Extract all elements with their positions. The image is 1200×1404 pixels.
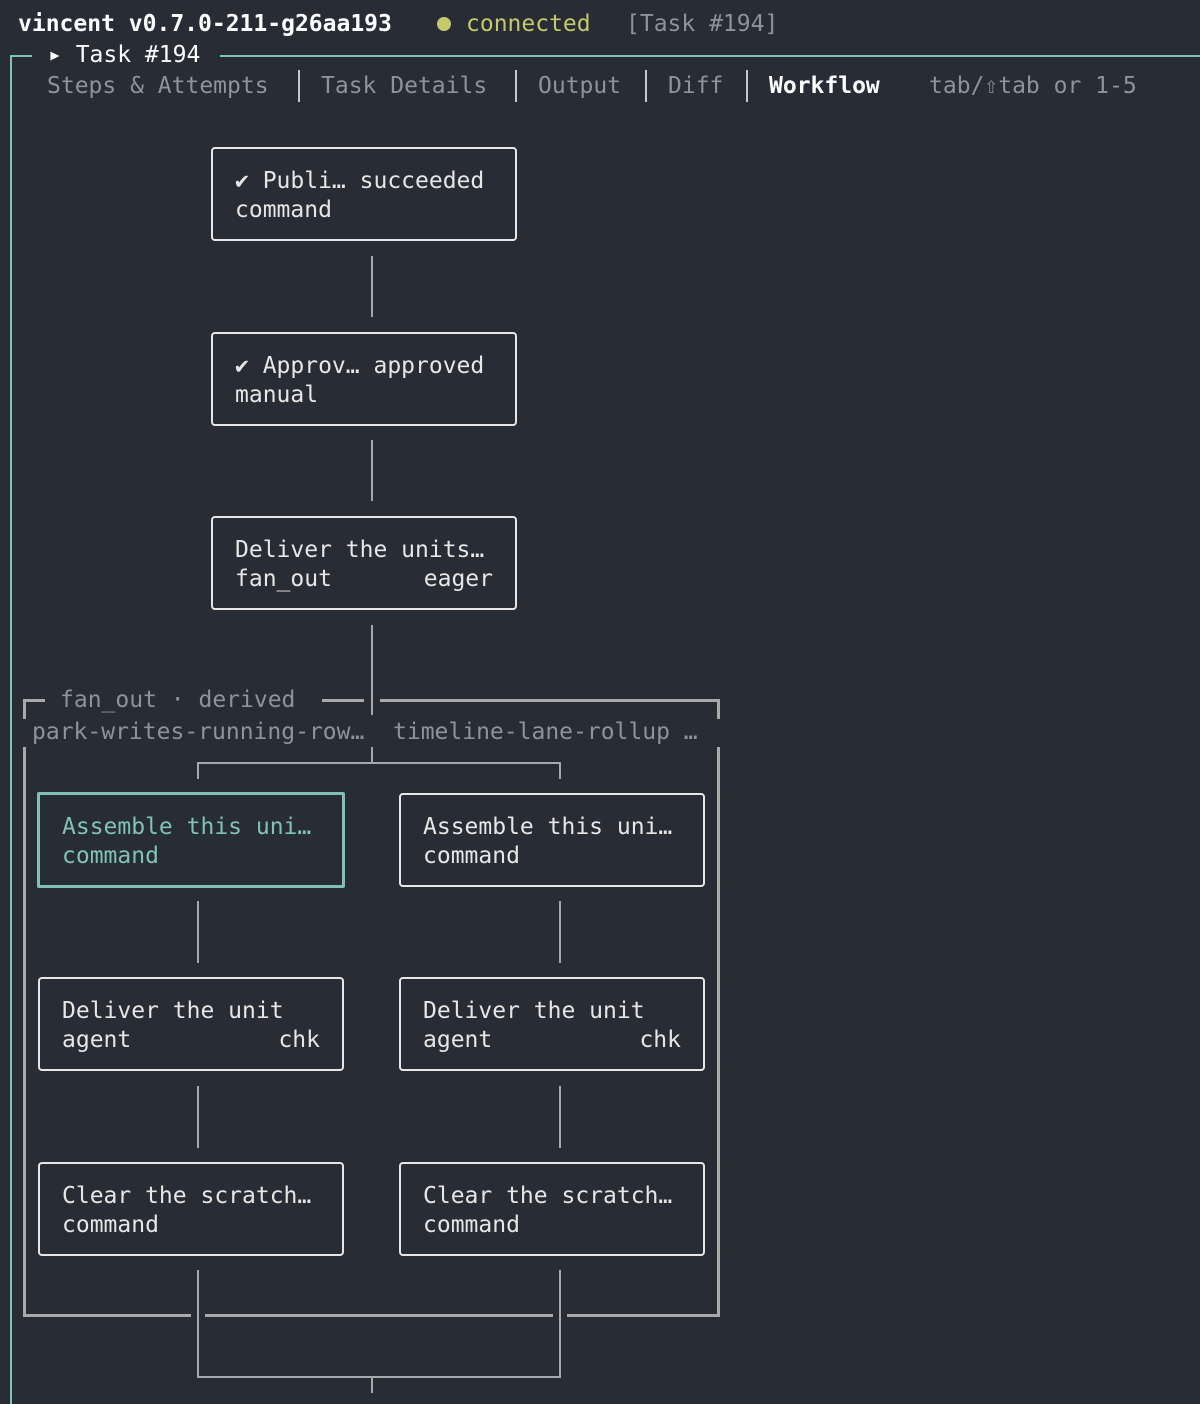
edge-connector	[371, 1376, 373, 1393]
panel-title[interactable]: ▸ Task #194	[48, 44, 200, 67]
group-border-bottom	[205, 1314, 553, 1317]
node-tag: chk	[639, 1027, 681, 1053]
node-title: ✔ Publi… succeeded	[235, 168, 485, 194]
edge-connector	[559, 762, 561, 779]
panel-border-top	[10, 55, 32, 57]
workflow-node-clear-scratch[interactable]: Clear the scratch… command	[399, 1162, 705, 1256]
connection-status-dot-icon	[437, 17, 451, 31]
group-border-right	[717, 699, 720, 719]
edge-connector	[371, 625, 373, 715]
edge-connector	[197, 1270, 199, 1378]
group-border-bottom	[23, 1314, 191, 1317]
tab-navigation-hint: tab/⇧tab or 1-5	[929, 73, 1137, 99]
node-title: Assemble this uni…	[62, 814, 312, 840]
node-kind: manual	[235, 382, 319, 408]
node-kind: agent	[423, 1027, 493, 1053]
tab-separator	[298, 70, 300, 102]
tab-workflow[interactable]: Workflow	[769, 75, 880, 98]
node-kind: command	[62, 843, 159, 869]
node-title: Assemble this uni…	[423, 814, 673, 840]
node-kind: fan_out	[235, 566, 332, 592]
tab-task-details[interactable]: Task Details	[321, 75, 487, 98]
edge-connector	[197, 1376, 561, 1378]
edge-connector	[559, 901, 561, 963]
task-reference: [Task #194]	[626, 11, 779, 37]
node-kind: command	[62, 1212, 159, 1238]
panel-border-left	[10, 55, 12, 1404]
workflow-node-deliver-unit[interactable]: Deliver the unit agent chk	[399, 977, 705, 1071]
group-border-bottom	[567, 1314, 720, 1317]
tab-separator	[515, 70, 517, 102]
edge-connector	[197, 1086, 199, 1148]
workflow-node-assemble[interactable]: Assemble this uni… command	[37, 792, 345, 888]
edge-connector	[197, 762, 199, 779]
group-border-left	[23, 699, 26, 719]
app-version-title: vincent v0.7.0-211-g26aa193	[18, 11, 392, 37]
node-kind: command	[423, 1212, 520, 1238]
workflow-node-deliver-unit[interactable]: Deliver the unit agent chk	[38, 977, 344, 1071]
edge-connector	[559, 1086, 561, 1148]
workflow-node-clear-scratch[interactable]: Clear the scratch… command	[38, 1162, 344, 1256]
node-title: Clear the scratch…	[423, 1183, 673, 1209]
tab-steps-attempts[interactable]: Steps & Attempts	[47, 75, 269, 98]
group-border-top	[380, 699, 720, 702]
tab-diff[interactable]: Diff	[668, 75, 723, 98]
edge-connector	[197, 762, 561, 764]
workflow-node-publish[interactable]: ✔ Publi… succeeded command	[211, 147, 517, 241]
node-kind: agent	[62, 1027, 132, 1053]
group-border-top	[23, 699, 45, 702]
tab-separator	[645, 70, 647, 102]
tab-separator	[746, 70, 748, 102]
node-title: Deliver the unit	[62, 998, 284, 1024]
node-kind: command	[423, 843, 520, 869]
workflow-node-assemble[interactable]: Assemble this uni… command	[399, 793, 705, 887]
node-title: Clear the scratch…	[62, 1183, 312, 1209]
node-kind: command	[235, 197, 332, 223]
node-mode: eager	[423, 566, 493, 592]
panel-border-top	[220, 55, 1200, 57]
workflow-node-fan-out[interactable]: Deliver the units… fan_out eager	[211, 516, 517, 610]
group-border-top	[322, 699, 364, 702]
branch-label: timeline-lane-rollup …	[393, 719, 698, 745]
node-title: Deliver the unit	[423, 998, 645, 1024]
node-title: Deliver the units…	[235, 537, 485, 563]
branch-label: park-writes-running-row…	[32, 719, 365, 745]
edge-connector	[559, 1270, 561, 1378]
group-title: fan_out · derived	[60, 687, 296, 713]
workflow-node-approval[interactable]: ✔ Approv… approved manual	[211, 332, 517, 426]
edge-connector	[371, 256, 373, 317]
group-border-left	[23, 747, 26, 1317]
connection-status: connected	[466, 11, 591, 37]
node-tag: chk	[278, 1027, 320, 1053]
node-title: ✔ Approv… approved	[235, 353, 485, 379]
tab-output[interactable]: Output	[538, 75, 621, 98]
group-border-right	[717, 747, 720, 1317]
edge-connector	[371, 440, 373, 501]
edge-connector	[197, 901, 199, 963]
